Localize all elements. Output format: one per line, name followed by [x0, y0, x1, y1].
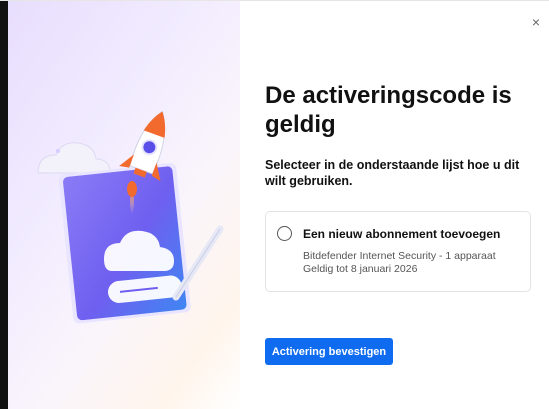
option-validity: Geldig tot 8 januari 2026 [303, 263, 418, 275]
dialog-title: De activeringscode is geldig [265, 82, 512, 138]
option-label: Een nieuw abonnement toevoegen [303, 227, 501, 241]
option-product: Bitdefender Internet Security - 1 appara… [303, 250, 496, 262]
confirm-activation-button[interactable]: Activering bevestigen [265, 338, 393, 365]
dialog-subtitle: Selecteer in de onderstaande lijst hoe u… [265, 158, 520, 188]
close-icon[interactable]: × [529, 15, 543, 29]
window-edge [0, 1, 8, 409]
activation-dialog: × De activeringscode is geldig Selecteer… [0, 0, 549, 409]
cloud-icon [37, 142, 111, 174]
radio-icon[interactable] [277, 226, 292, 241]
illustration-panel [8, 1, 240, 409]
option-new-subscription[interactable]: Een nieuw abonnement toevoegen Bitdefend… [265, 211, 531, 292]
rocket-illustration-icon [37, 110, 224, 324]
